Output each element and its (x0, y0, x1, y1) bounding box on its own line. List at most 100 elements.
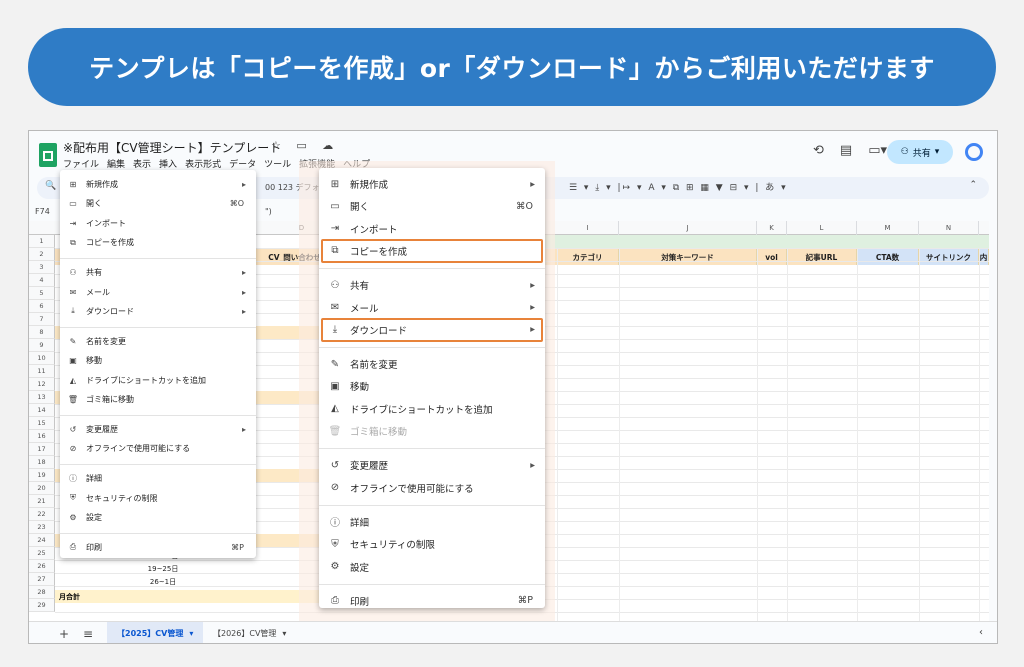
document-title[interactable]: ※配布用【CV管理シート】テンプレート (63, 139, 281, 156)
header-cell[interactable]: カテゴリ (557, 249, 619, 265)
date-cell[interactable]: 26~1日 (133, 577, 193, 587)
menu-item-new[interactable]: ⊞ 新規作成 ▸ (60, 175, 256, 194)
menu-item-trash[interactable]: 🗑 ゴミ箱に移動 (60, 390, 256, 409)
menu-item-new[interactable]: ⊞ 新規作成 ▸ (319, 173, 545, 195)
formula-input[interactable]: ") (265, 207, 272, 216)
sheet-tab-2025[interactable]: 【2025】CV管理 ▾ (107, 622, 204, 643)
row-header[interactable]: 16 (29, 430, 55, 443)
header-cell[interactable]: CTA数 (857, 249, 919, 265)
menu-item-offline[interactable]: ⊘ オフラインで使用可能にする (319, 477, 545, 499)
row-header[interactable]: 23 (29, 521, 55, 534)
row-header[interactable]: 11 (29, 365, 55, 378)
row-header[interactable]: 17 (29, 443, 55, 456)
menu-item-share[interactable]: ⚇ 共有 ▸ (60, 263, 256, 282)
menu-item-move[interactable]: ▣ 移動 (60, 351, 256, 370)
column-header[interactable]: K (757, 221, 787, 235)
row-header[interactable]: 10 (29, 352, 55, 365)
menu-tools[interactable]: ツール (264, 157, 291, 170)
column-header[interactable]: J (619, 221, 757, 235)
row-header[interactable]: 8 (29, 326, 55, 339)
column-header[interactable]: L (787, 221, 857, 235)
add-sheet-button[interactable]: + (59, 627, 69, 641)
menu-item-import[interactable]: ⇥ インポート (60, 214, 256, 233)
menu-item-move[interactable]: ▣ 移動 (319, 375, 545, 397)
header-cell[interactable]: サイトリンク (919, 249, 979, 265)
menu-item-version-history[interactable]: ↺ 変更履歴 ▸ (60, 420, 256, 439)
row-header[interactable]: 13 (29, 391, 55, 404)
menu-item-details[interactable]: ⓘ 詳細 (60, 469, 256, 488)
row-header[interactable]: 1 (29, 235, 55, 248)
menu-item-open[interactable]: ▭ 開く ⌘O (319, 195, 545, 217)
row-header[interactable]: 15 (29, 417, 55, 430)
menu-item-email[interactable]: ✉ メール ▸ (319, 297, 545, 319)
all-sheets-button[interactable]: ≡ (83, 627, 93, 641)
menu-item-settings[interactable]: ⚙ 設定 (319, 556, 545, 578)
menu-item-download[interactable]: ⤓ ダウンロード ▸ (60, 302, 256, 321)
column-header[interactable]: N (919, 221, 979, 235)
row-header[interactable]: 9 (29, 339, 55, 352)
history-icon[interactable]: ⟲ (813, 143, 824, 158)
menu-item-details[interactable]: ⓘ 詳細 (319, 511, 545, 533)
menu-item-settings[interactable]: ⚙ 設定 (60, 508, 256, 527)
row-header[interactable]: 7 (29, 313, 55, 326)
row-header[interactable]: 19 (29, 469, 55, 482)
header-cell[interactable]: 記事URL (787, 249, 857, 265)
header-cell[interactable]: vol (757, 249, 787, 265)
month-total-cell[interactable]: 月合計 (55, 590, 327, 603)
row-header[interactable]: 29 (29, 599, 55, 612)
row-header[interactable]: 4 (29, 274, 55, 287)
cell-reference[interactable]: F74 (35, 207, 50, 216)
collapse-toolbar-icon[interactable]: ⌃ (969, 180, 977, 190)
menu-item-offline[interactable]: ⊘ オフラインで使用可能にする (60, 439, 256, 458)
row-header[interactable]: 14 (29, 404, 55, 417)
menu-item-email[interactable]: ✉ メール ▸ (60, 283, 256, 302)
gemini-icon[interactable] (965, 143, 983, 161)
menu-item-print[interactable]: ⎙ 印刷 ⌘P (60, 538, 256, 557)
sheet-tab-2026[interactable]: 【2026】CV管理 ▾ (203, 622, 296, 643)
menu-edit[interactable]: 編集 (107, 157, 125, 170)
row-header[interactable]: 5 (29, 287, 55, 300)
menu-item-security[interactable]: ⛨ セキュリティの制限 (60, 489, 256, 508)
row-header[interactable]: 25 (29, 547, 55, 560)
row-header[interactable]: 2 (29, 248, 55, 261)
row-header[interactable]: 24 (29, 534, 55, 547)
row-header[interactable]: 3 (29, 261, 55, 274)
row-header[interactable]: 20 (29, 482, 55, 495)
row-header[interactable]: 26 (29, 560, 55, 573)
format-tools[interactable]: ☰ ▾ ⤓ ▾ |↦ ▾ A ▾ ⧉ ⊞ ▦ ▼ ⊟ ▾ | あ ▾ (569, 180, 788, 193)
menu-item-rename[interactable]: ✎ 名前を変更 (319, 353, 545, 375)
menu-format[interactable]: 表示形式 (185, 157, 221, 170)
row-header[interactable]: 27 (29, 573, 55, 586)
date-cell[interactable]: 19~25日 (133, 564, 193, 574)
scroll-tabs-icon[interactable]: ‹ (979, 627, 983, 638)
menu-item-security[interactable]: ⛨ セキュリティの制限 (319, 533, 545, 555)
row-header[interactable]: 12 (29, 378, 55, 391)
search-menus-icon[interactable]: 🔍 (45, 181, 56, 191)
menu-item-import[interactable]: ⇥ インポート (319, 218, 545, 240)
sheets-logo-icon[interactable] (39, 143, 57, 167)
share-button[interactable]: ⚇ 共有 ▾ (887, 140, 953, 164)
menu-item-add-shortcut[interactable]: ◭ ドライブにショートカットを追加 (60, 371, 256, 390)
menu-item-add-shortcut[interactable]: ◭ ドライブにショートカットを追加 (319, 398, 545, 420)
header-cell[interactable]: 内 (979, 249, 989, 265)
comment-icon[interactable]: ▤ (840, 143, 852, 158)
menu-item-trash[interactable]: 🗑 ゴミ箱に移動 (319, 420, 545, 442)
menu-item-open[interactable]: ▭ 開く ⌘O (60, 194, 256, 213)
menu-item-version-history[interactable]: ↺ 変更履歴 ▸ (319, 454, 545, 476)
menu-insert[interactable]: 挿入 (159, 157, 177, 170)
menu-item-make-copy[interactable]: ⧉ コピーを作成 (60, 233, 256, 252)
header-cell[interactable]: 対策キーワード (619, 249, 757, 265)
menu-item-share[interactable]: ⚇ 共有 ▸ (319, 274, 545, 296)
menu-item-rename[interactable]: ✎ 名前を変更 (60, 332, 256, 351)
menu-item-print[interactable]: ⎙ 印刷 ⌘P (319, 590, 545, 612)
meet-icon[interactable]: ▭▾ (868, 143, 887, 158)
row-header[interactable]: 18 (29, 456, 55, 469)
row-header[interactable]: 6 (29, 300, 55, 313)
row-header[interactable]: 28 (29, 586, 55, 599)
title-action-icons[interactable]: ☆ ▭ ☁ (271, 139, 339, 152)
column-header[interactable]: M (857, 221, 919, 235)
menu-view[interactable]: 表示 (133, 157, 151, 170)
menu-data[interactable]: データ (229, 157, 256, 170)
column-header[interactable]: I (557, 221, 619, 235)
menu-file[interactable]: ファイル (63, 157, 99, 170)
